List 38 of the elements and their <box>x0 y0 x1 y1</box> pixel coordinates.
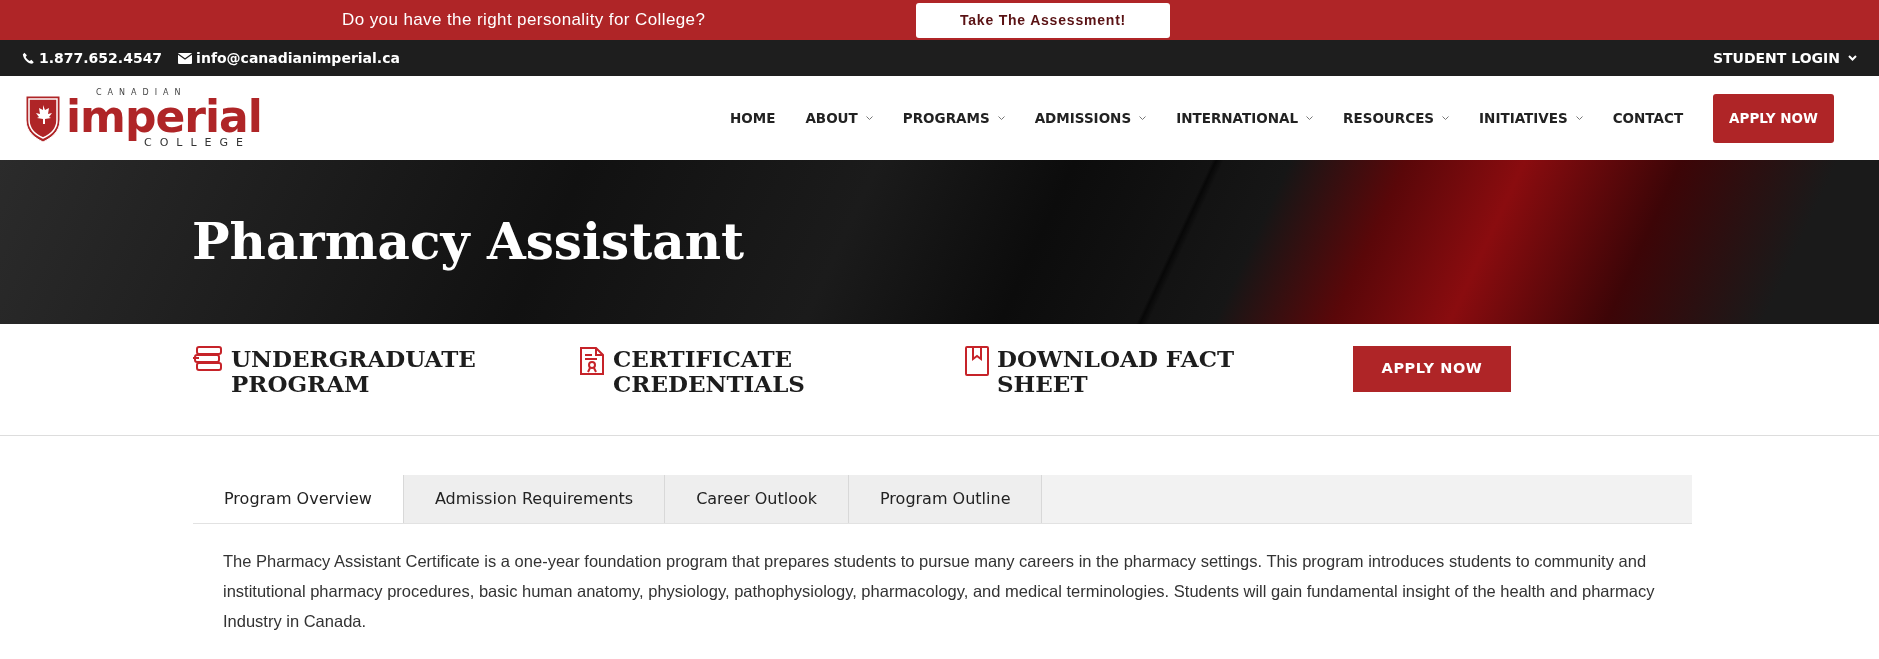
envelope-icon <box>178 52 193 64</box>
shield-icon <box>24 93 62 143</box>
tab[interactable]: Admission Requirements <box>403 475 666 523</box>
chevron-icon <box>1442 115 1450 121</box>
student-login-link[interactable]: STUDENT LOGIN <box>1712 47 1857 69</box>
assessment-button[interactable]: Take The Assessment! <box>916 2 1170 38</box>
chevron-icon <box>1848 55 1857 61</box>
tab[interactable]: Career Outlook <box>665 475 849 523</box>
feature-heading: UNDERGRADUATE PROGRAM <box>231 346 477 396</box>
bookmark-icon <box>965 346 989 376</box>
nav-link[interactable]: CONTACT <box>1597 107 1699 129</box>
logo-subtitle: CANADIAN <box>96 87 188 97</box>
certificate-icon <box>579 346 605 376</box>
nav-link[interactable]: PROGRAMS <box>887 107 1020 129</box>
chevron-icon <box>1575 115 1583 121</box>
feature-heading: DOWNLOAD FACT SHEET <box>997 346 1236 396</box>
email-link[interactable]: info@canadianimperial.ca <box>196 47 400 69</box>
phone-icon <box>22 51 35 65</box>
chevron-icon <box>1306 115 1314 121</box>
overview-paragraph: The Pharmacy Assistant Certificate is a one-year foundation program that prepares students to pursue many careers in the pharmacy settings. This program introduces students to community and institutional pharmacy procedures, basic human anatomy, physiology, pathophysiology, pharmacology, and medical terminologies. Students will gain fundamental insight of the health and pharmacy Industry in Canada. <box>223 551 1656 632</box>
chevron-icon <box>1139 115 1147 121</box>
apply-button[interactable]: APPLY NOW <box>1353 346 1511 392</box>
nav-link[interactable]: INITIATIVES <box>1464 107 1598 129</box>
nav-link[interactable]: ADMISSIONS <box>1019 107 1162 129</box>
phone-number[interactable]: 1.877.652.4547 <box>39 47 163 69</box>
tab[interactable]: Program Outline <box>849 475 1043 523</box>
nav-link[interactable]: INTERNATIONAL <box>1161 107 1329 129</box>
chevron-icon <box>865 115 873 121</box>
tab[interactable]: Program Overview <box>193 475 404 523</box>
promo-text: Do you have the right personality for College? <box>342 9 706 32</box>
nav-link[interactable]: RESOURCES <box>1328 107 1465 129</box>
page-title: Pharmacy Assistant <box>192 212 745 272</box>
feature-heading: CERTIFICATE CREDENTIALS <box>613 346 806 396</box>
books-icon <box>193 346 223 372</box>
apply-button[interactable]: APPLY NOW <box>1713 93 1834 143</box>
nav-link[interactable]: HOME <box>714 107 791 129</box>
nav-link[interactable]: ABOUT <box>790 107 888 129</box>
chevron-icon <box>997 115 1005 121</box>
